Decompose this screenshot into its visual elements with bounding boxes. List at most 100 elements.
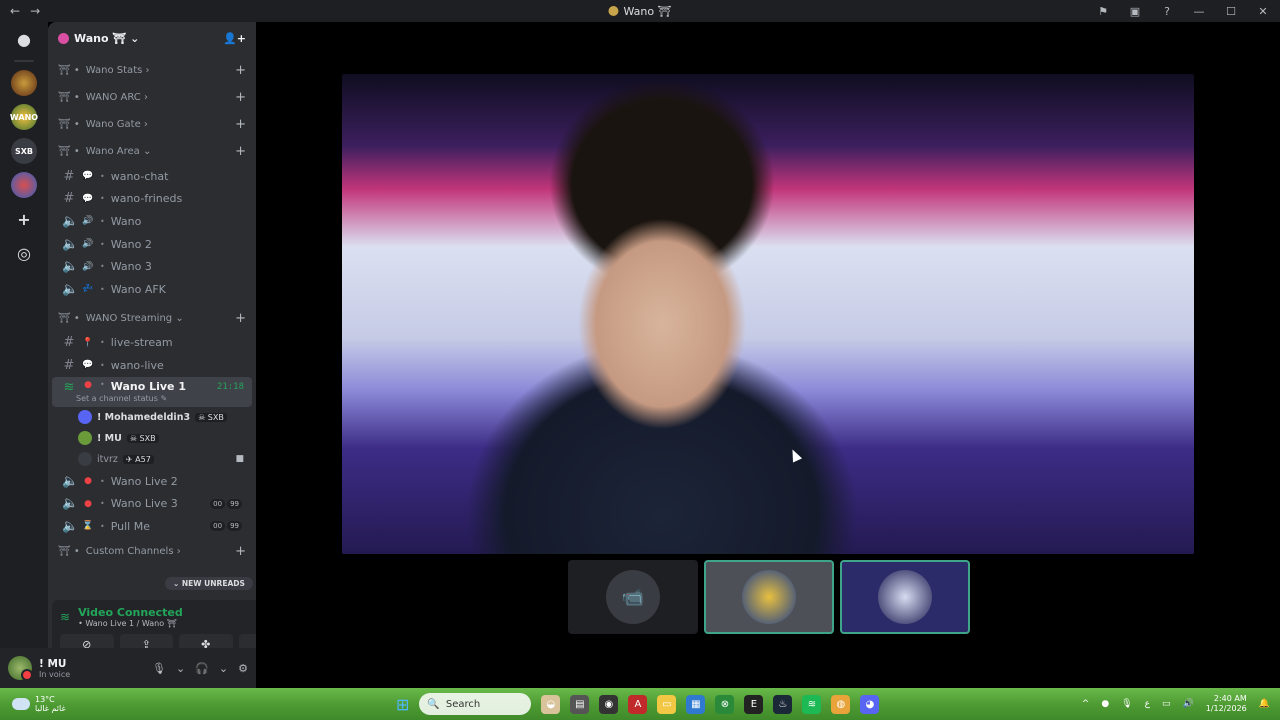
signal-icon[interactable]: ≋ <box>60 610 70 624</box>
add-channel-icon[interactable]: + <box>235 63 246 78</box>
main-video-feed[interactable] <box>342 74 1194 554</box>
channel-wano-afk[interactable]: 🔈 💤 • Wano AFK <box>52 278 252 301</box>
user-status: In voice <box>39 669 71 679</box>
headphones-icon[interactable]: 🎧 <box>195 662 209 675</box>
server-icon-wano[interactable]: WANO <box>10 104 38 130</box>
user-tag: ✈ A57 <box>122 454 154 464</box>
minimize-button[interactable]: — <box>1192 5 1206 18</box>
clock[interactable]: 2:40 AM 1/12/2026 <box>1206 694 1247 713</box>
discord-icon[interactable]: ◕ <box>860 694 880 714</box>
steam-icon[interactable]: ♨ <box>773 694 793 714</box>
channel-wano[interactable]: 🔈 🔊 • Wano <box>52 210 252 233</box>
close-button[interactable]: ✕ <box>1256 5 1270 18</box>
speaker-icon: 🔈 <box>62 259 79 275</box>
channel-wano-live[interactable]: # 💬 • wano-live <box>52 354 252 377</box>
weather-description: غائم غالبا <box>35 704 66 713</box>
chevron-down-icon[interactable]: ⌄ <box>176 662 185 675</box>
channel-wano-2[interactable]: 🔈 🔊 • Wano 2 <box>52 233 252 256</box>
volume-icon[interactable]: 🔊 <box>1183 699 1194 709</box>
add-channel-icon[interactable]: + <box>235 544 246 559</box>
inbox-icon[interactable]: ⚑ <box>1096 5 1110 18</box>
channel-wano-3[interactable]: 🔈 🔊 • Wano 3 <box>52 255 252 278</box>
title-bar: ← → Wano ⛩ ⚑ ▣ ? — ☐ ✕ <box>0 0 1280 22</box>
speaker-icon: 🔈 <box>62 496 79 512</box>
channel-pull-me[interactable]: 🔈 ⌛ • Pull Me 00 99 <box>52 515 252 538</box>
channel-wano-live-1[interactable]: ≋ ● • Wano Live 1 21:18 Set a channel statu… <box>52 376 252 407</box>
category-wano-stats[interactable]: ⛩ • Wano Stats › + <box>48 57 256 84</box>
voice-timer: 21:18 <box>216 381 244 392</box>
server-header[interactable]: Wano ⛩ ⌄ 👤+ <box>48 22 256 54</box>
participant-tile[interactable]: 📹 <box>568 560 698 634</box>
channel-wano-live-2[interactable]: 🔈 ● • Wano Live 2 <box>52 470 252 493</box>
language-indicator[interactable]: ع <box>1145 699 1150 709</box>
channel-wano-chat[interactable]: # 💬 • wano-chat <box>52 165 252 188</box>
explore-icon[interactable]: ◎ <box>11 240 37 266</box>
search-box[interactable]: 🔍 Search <box>419 693 532 715</box>
task-view-icon[interactable]: ▤ <box>570 694 590 714</box>
add-member-icon[interactable]: 👤+ <box>223 32 246 45</box>
settings-icon[interactable]: ⚙ <box>238 662 248 675</box>
microphone-icon[interactable]: 🎙 <box>152 662 166 675</box>
forward-icon[interactable]: → <box>30 4 40 18</box>
obs-icon[interactable]: ◉ <box>599 694 619 714</box>
voice-user[interactable]: ! Mohamedeldin3 ☠ SXB <box>48 407 256 428</box>
add-channel-icon[interactable]: + <box>235 311 246 326</box>
xbox-icon[interactable]: ⊗ <box>715 694 735 714</box>
participant-tile[interactable] <box>840 560 970 634</box>
channel-wano-live-3[interactable]: 🔈 ● • Wano Live 3 00 99 <box>52 492 252 515</box>
server-icon <box>608 6 619 16</box>
weather-widget[interactable]: 13°C غائم غالبا <box>12 695 66 713</box>
file-explorer-icon[interactable]: ▭ <box>657 694 677 714</box>
server-icon-1[interactable] <box>11 70 37 96</box>
add-channel-icon[interactable]: + <box>235 144 246 159</box>
avatar <box>78 431 92 446</box>
tray-icon[interactable]: ● <box>1101 699 1109 709</box>
new-unreads-pill[interactable]: ⌄ NEW UNREADS <box>165 577 253 590</box>
channel-status[interactable]: Set a channel status ✎ <box>76 394 167 403</box>
rail-divider <box>14 60 34 62</box>
voice-user[interactable]: ! MU ☠ SXB <box>48 428 256 449</box>
username[interactable]: ! MU <box>39 658 70 670</box>
speaker-icon: 🔈 <box>62 281 79 297</box>
microphone-icon[interactable]: 🎙 <box>1121 699 1132 709</box>
window-title: Wano ⛩ <box>608 5 672 18</box>
back-icon[interactable]: ← <box>10 4 20 18</box>
avatar <box>78 452 92 467</box>
category-wano-gate[interactable]: ⛩ • Wano Gate › + <box>48 111 256 138</box>
add-channel-icon[interactable]: + <box>235 117 246 132</box>
add-channel-icon[interactable]: + <box>235 90 246 105</box>
help-icon[interactable]: ? <box>1160 5 1174 18</box>
voice-location[interactable]: • Wano Live 1 / Wano ⛩ <box>78 619 183 628</box>
store-icon[interactable]: ▦ <box>686 694 706 714</box>
speaker-icon: 🔈 <box>62 518 79 534</box>
voice-status[interactable]: Video Connected <box>78 606 183 619</box>
app-icon[interactable]: ◒ <box>541 694 561 714</box>
add-server-icon[interactable]: + <box>11 206 37 232</box>
maximize-button[interactable]: ☐ <box>1224 5 1238 18</box>
chrome-icon[interactable]: ◍ <box>831 694 851 714</box>
spotify-icon[interactable]: ≋ <box>802 694 822 714</box>
category-wano-area[interactable]: ⛩ • Wano Area ⌄ + <box>48 138 256 165</box>
start-icon[interactable]: ⊞ <box>396 695 409 714</box>
server-folder[interactable] <box>11 172 37 198</box>
app-icon[interactable]: A <box>628 694 648 714</box>
voice-user[interactable]: itvrz ✈ A57 ■ <box>48 449 256 470</box>
category-wano-streaming[interactable]: ⛩ • WANO Streaming ⌄ + <box>48 305 256 332</box>
voice-active-icon: ≋ <box>63 379 75 395</box>
avatar[interactable] <box>8 656 33 681</box>
server-icon-sxb[interactable]: SXB <box>11 138 37 164</box>
epic-games-icon[interactable]: E <box>744 694 764 714</box>
screen-icon[interactable]: ▣ <box>1128 5 1142 18</box>
chevron-down-icon[interactable]: ⌄ <box>219 662 228 675</box>
channel-sidebar: Wano ⛩ ⌄ 👤+ ⛩ • Wano Stats › + ⛩ • WANO ARC… <box>48 22 256 688</box>
participant-tile[interactable] <box>704 560 834 634</box>
channel-wano-frineds[interactable]: # 💬 • wano-frineds <box>52 188 252 211</box>
network-icon[interactable]: ▭ <box>1162 699 1171 709</box>
camera-icon: 📹 <box>606 570 660 624</box>
discord-home-icon[interactable]: ● <box>11 26 37 52</box>
category-custom-channels[interactable]: ⛩ • Custom Channels › + <box>48 538 256 565</box>
chevron-up-icon[interactable]: ^ <box>1082 699 1090 709</box>
category-wano-arc[interactable]: ⛩ • WANO ARC › + <box>48 84 256 111</box>
channel-live-stream[interactable]: # 📍 • live-stream <box>52 332 252 355</box>
notification-icon[interactable]: 🔔 <box>1259 699 1270 709</box>
